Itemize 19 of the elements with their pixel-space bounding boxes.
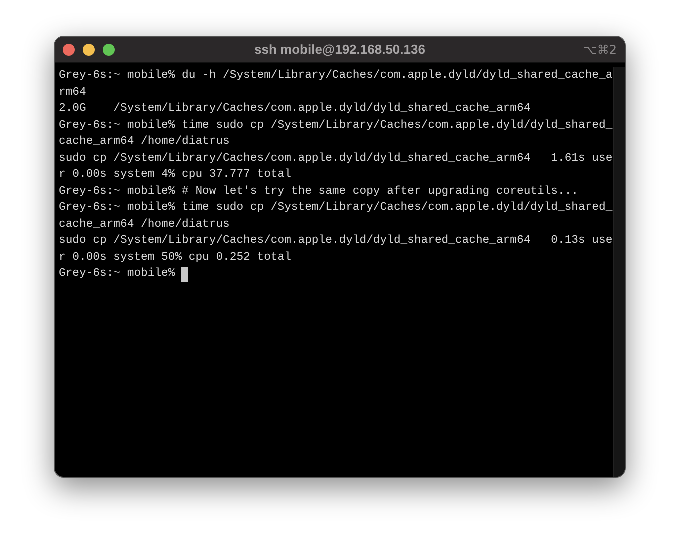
window-title: ssh mobile@192.168.50.136 (254, 42, 426, 57)
terminal-line: cache_arm64 /home/diatrus (59, 134, 230, 150)
terminal-line: sudo cp /System/Library/Caches/com.apple.dyld/dyld_shared_cache_arm64 1.61s use (59, 152, 613, 166)
terminal-line: sudo cp /System/Library/Caches/com.apple.dyld/dyld_shared_cache_arm64 0.13s use (59, 234, 613, 249)
shortcut-label: ⌥⌘2 (582, 42, 617, 56)
terminal-line: Grey-6s:~ mobile% # Now let's try the same copy after upgrading coreutils... (59, 184, 578, 200)
terminal-line: 2.0G /System/Library/Caches/com.apple.dyld/dyld_shared_cache_arm64 (59, 102, 531, 117)
terminal-line: r 0.00s system 50% cpu 0.252 total (59, 250, 292, 266)
terminal-line: Grey-6s:~ mobile% time sudo cp /System/Library/Caches/com.apple.dyld/dyld_shared_ (59, 200, 613, 216)
terminal-line: rm64 (59, 86, 86, 100)
close-button[interactable] (63, 44, 75, 56)
shell-prompt: Grey-6s:~ mobile% (59, 266, 176, 282)
minimize-button[interactable] (83, 44, 95, 56)
zoom-button[interactable] (103, 44, 115, 56)
terminal-line: r 0.00s system 4% cpu 37.777 total (59, 168, 292, 183)
terminal-line: Grey-6s:~ mobile% time sudo cp /System/Library/Caches/com.apple.dyld/dyld_shared_ (59, 118, 613, 134)
terminal-line: cache_arm64 /home/diatrus (59, 218, 230, 232)
terminal-line: Grey-6s:~ mobile% du -h /System/Library/Caches/com.apple.dyld/dyld_shared_cache_a (59, 68, 613, 84)
text-cursor (181, 266, 188, 282)
